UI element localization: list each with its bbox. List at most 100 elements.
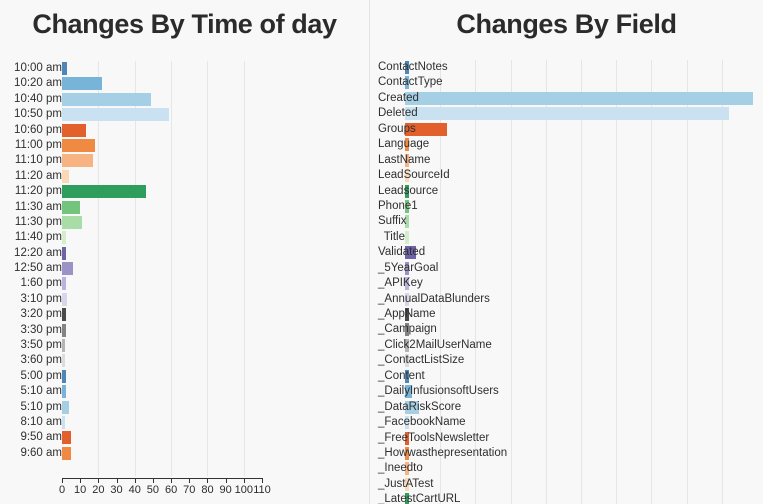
bar-row[interactable]: 9:50 am xyxy=(20,430,262,445)
bar[interactable] xyxy=(62,262,73,276)
bar-row[interactable]: _DailyInfusionsoftUsers xyxy=(378,384,757,399)
bar-category-label: _5YearGoal xyxy=(378,261,439,274)
bar-category-label: 11:20 pm xyxy=(14,185,62,198)
bar-row[interactable]: 3:50 pm xyxy=(20,338,262,353)
bar-row[interactable]: _5YearGoal xyxy=(378,261,757,276)
bar-row[interactable]: Validated xyxy=(378,245,757,260)
bar-row[interactable]: Deleted xyxy=(378,106,757,121)
bar-row[interactable]: 10:50 pm xyxy=(14,107,262,122)
bar-row[interactable]: 11:40 pm xyxy=(15,230,262,245)
bar-row[interactable]: 11:20 am xyxy=(15,169,262,184)
bar[interactable] xyxy=(62,415,65,429)
bar-row[interactable]: _Ineedto xyxy=(378,461,757,476)
bar[interactable] xyxy=(405,91,754,105)
bar[interactable] xyxy=(62,185,146,199)
bar-row[interactable]: Created xyxy=(378,91,757,106)
bar[interactable] xyxy=(405,107,729,121)
bar-category-label: 11:20 am xyxy=(14,169,62,182)
bar-category-label: Groups xyxy=(378,122,416,135)
plot-area-time-of-day: 10:00 am 10:20 am 10:40 pm 10:50 pm 10:60 pm… xyxy=(0,0,369,504)
bar-row[interactable]: _APIKey xyxy=(378,276,757,291)
bar[interactable] xyxy=(62,200,81,214)
bar-row[interactable]: _AppName xyxy=(378,307,757,322)
bar-row[interactable]: 5:10 pm xyxy=(20,400,262,415)
bar-row[interactable]: _Howwasthepresentation xyxy=(378,446,757,461)
bar-category-label: _Howwasthepresentation xyxy=(378,446,508,459)
bar-row[interactable]: 9:60 am xyxy=(20,446,262,461)
bar-row[interactable]: 3:20 pm xyxy=(20,307,262,322)
bar[interactable] xyxy=(62,354,65,368)
bar-row[interactable]: 3:60 pm xyxy=(20,353,262,368)
bar-row[interactable]: 5:10 am xyxy=(20,384,262,399)
bar-row[interactable]: 10:20 am xyxy=(14,76,262,91)
bar-row[interactable]: 11:20 pm xyxy=(15,184,262,199)
bar[interactable] xyxy=(62,77,102,91)
bar-category-label: Language xyxy=(378,138,430,151)
bar-row[interactable]: _JustATest xyxy=(378,477,757,492)
bar-row[interactable]: 10:60 pm xyxy=(14,123,262,138)
bar-row[interactable]: Phone1 xyxy=(378,199,757,214)
bar[interactable] xyxy=(62,62,68,75)
bar[interactable] xyxy=(62,108,170,122)
bar-row[interactable]: 12:50 am xyxy=(14,261,262,276)
bar-category-label: 8:10 am xyxy=(20,415,62,428)
bar[interactable] xyxy=(62,169,70,183)
bar[interactable] xyxy=(62,446,72,460)
bar-category-label: 11:30 pm xyxy=(14,215,62,228)
bar[interactable] xyxy=(62,215,82,229)
bar-row[interactable]: _LatestCartURL xyxy=(378,492,757,504)
bar[interactable] xyxy=(62,231,66,245)
bar[interactable] xyxy=(62,246,66,260)
bar[interactable] xyxy=(62,154,93,168)
bar-row[interactable]: Suffix xyxy=(378,214,757,229)
x-axis-tick xyxy=(171,478,173,483)
bar-row[interactable]: 11:10 pm xyxy=(15,153,262,168)
bar-row[interactable]: 3:30 pm xyxy=(20,323,262,338)
bar[interactable] xyxy=(62,400,70,414)
x-axis-tick xyxy=(152,478,154,483)
bar[interactable] xyxy=(62,323,66,337)
bar-row[interactable]: 8:10 am xyxy=(20,415,262,430)
bar-row[interactable]: LastName xyxy=(378,153,757,168)
bar-row[interactable]: _AnnualDataBlunders xyxy=(378,292,757,307)
bar-row[interactable]: 12:20 am xyxy=(14,246,262,261)
bar[interactable] xyxy=(62,308,66,322)
bar[interactable] xyxy=(62,369,66,383)
bar-category-label: 11:40 pm xyxy=(14,231,62,244)
x-axis-tick xyxy=(98,478,100,483)
bar[interactable] xyxy=(62,385,66,399)
bar-row[interactable]: Title xyxy=(384,230,757,245)
bar[interactable] xyxy=(62,138,95,152)
bar-row[interactable]: 1:60 pm xyxy=(20,276,262,291)
bar-row[interactable]: 10:40 pm xyxy=(14,92,262,107)
bar[interactable] xyxy=(62,339,65,353)
bar[interactable] xyxy=(405,230,409,244)
bar[interactable] xyxy=(62,292,68,306)
bar-category-label: 9:50 am xyxy=(20,431,62,444)
bar[interactable] xyxy=(62,123,86,137)
bar-row[interactable]: _Click2MailUserName xyxy=(378,338,757,353)
bar-row[interactable]: Language xyxy=(378,137,757,152)
bar-row[interactable]: _FacebookName xyxy=(378,415,757,430)
bar-row[interactable]: 5:00 pm xyxy=(20,369,262,384)
bar-row[interactable]: 11:00 pm xyxy=(15,138,262,153)
bar-row[interactable]: 10:00 am xyxy=(14,61,262,76)
bar[interactable] xyxy=(62,277,66,291)
bar-category-label: _Click2MailUserName xyxy=(378,338,492,351)
bar-row[interactable]: 3:10 pm xyxy=(20,292,262,307)
bar-row[interactable]: LeadSourceId xyxy=(378,168,757,183)
bar-row[interactable]: 11:30 am xyxy=(15,200,262,215)
bar-row[interactable]: ContactType xyxy=(378,75,757,90)
bar[interactable] xyxy=(62,92,152,106)
bar-row[interactable]: _FreeToolsNewsletter xyxy=(378,431,757,446)
bar-row[interactable]: _Content xyxy=(378,369,757,384)
bar-row[interactable]: Groups xyxy=(378,122,757,137)
bar-row[interactable]: ContactNotes xyxy=(378,60,757,75)
bar-category-label: Suffix xyxy=(378,215,407,228)
bar-row[interactable]: _Campaign xyxy=(378,322,757,337)
bar-row[interactable]: 11:30 pm xyxy=(15,215,262,230)
bar[interactable] xyxy=(62,431,72,445)
bar-row[interactable]: Leadsource xyxy=(378,184,757,199)
bar-row[interactable]: _ContactListSize xyxy=(378,353,757,368)
bar-row[interactable]: _DataRiskScore xyxy=(378,400,757,415)
